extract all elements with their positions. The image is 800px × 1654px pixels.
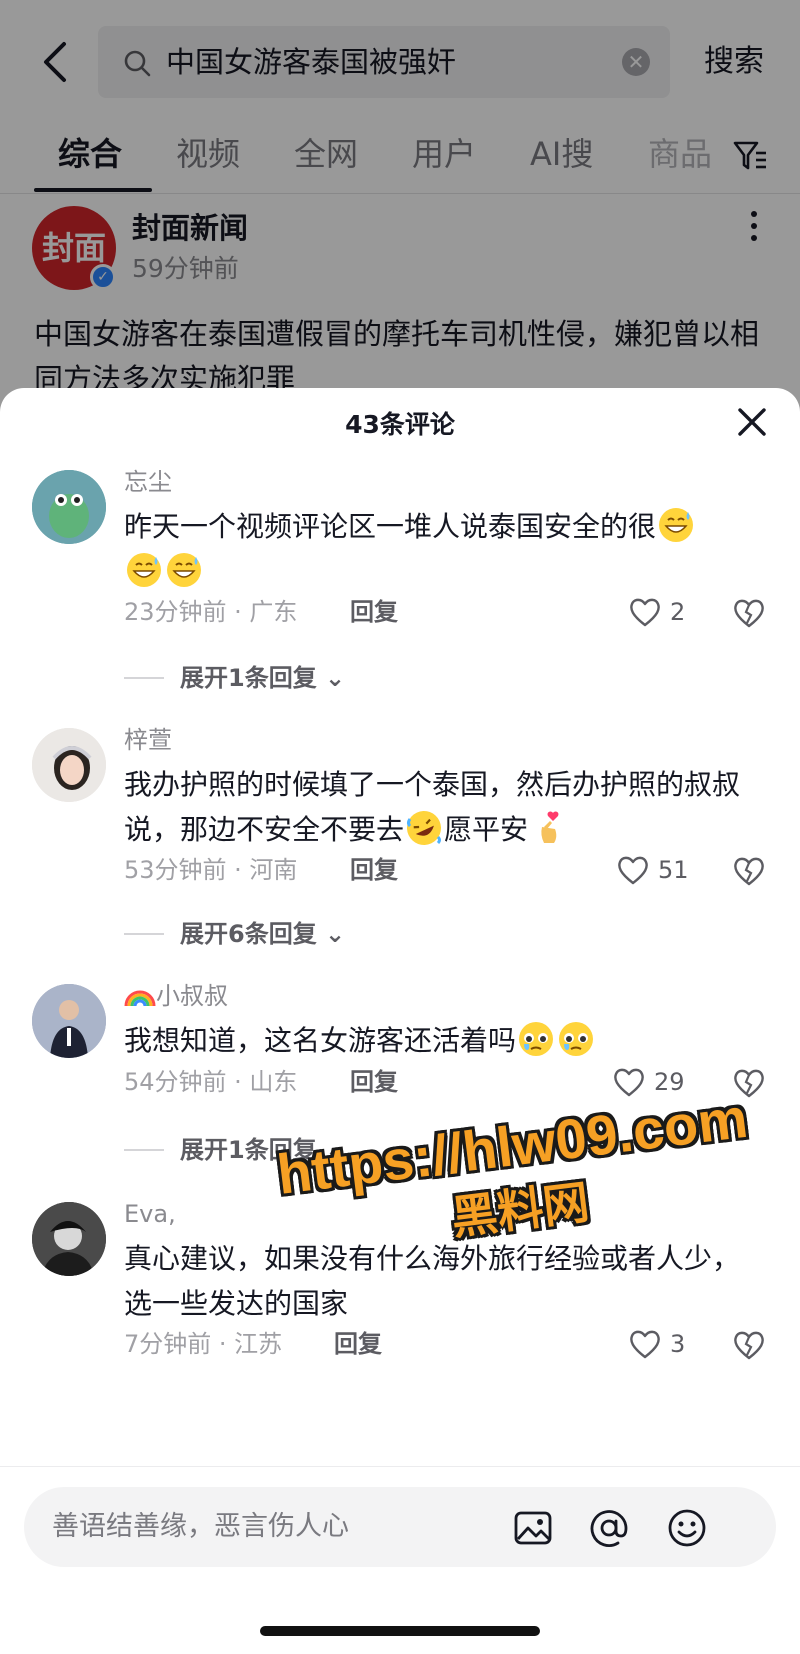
comment-count-title: 43条评论 [345, 410, 455, 439]
pleading-emoji-icon [519, 1022, 554, 1056]
comment-meta: 23分钟前 · 广东 [124, 598, 298, 626]
grin-sweat-emoji-icon [167, 553, 201, 587]
grin-sweat-emoji-icon [659, 508, 694, 542]
comment-author[interactable]: 梓萱 [124, 724, 172, 756]
comment-input-placeholder: 善语结善缘，恶言伤人心 [52, 1511, 349, 1542]
heart-icon [618, 856, 648, 885]
comment-input-bar: 善语结善缘，恶言伤人心 [0, 1466, 800, 1586]
expand-replies-label: 展开6条回复 ⌄ [180, 920, 346, 948]
comment-sheet: 43条评论 忘尘 昨天一个视频评论区一堆人说泰国安全的很 23分钟前 · 广东 … [0, 388, 800, 1654]
reply-button[interactable]: 回复 [350, 1066, 398, 1098]
reply-button[interactable]: 回复 [350, 854, 398, 886]
rainbow-emoji-icon [124, 990, 156, 1007]
broken-heart-icon[interactable] [732, 596, 766, 630]
comment-author: 小叔叔 [124, 980, 228, 1012]
comment-meta: 7分钟前 · 江苏 [124, 1330, 283, 1358]
reply-button[interactable]: 回复 [334, 1328, 382, 1360]
comment-input[interactable]: 善语结善缘，恶言伤人心 [24, 1487, 776, 1567]
grin-sweat-emoji-icon [127, 553, 161, 587]
divider-line [124, 933, 164, 935]
broken-heart-icon[interactable] [732, 1328, 766, 1362]
pleading-emoji-icon [559, 1022, 594, 1056]
divider-line [124, 677, 164, 679]
at-icon[interactable] [588, 1507, 630, 1549]
image-icon[interactable] [512, 1507, 554, 1549]
like-count: 51 [658, 856, 689, 884]
comment-text-body: 我想知道，这名女游客还活着吗 [124, 1024, 517, 1057]
comment-text: 昨天一个视频评论区一堆人说泰国安全的很 [124, 504, 764, 594]
reply-button[interactable]: 回复 [350, 596, 398, 628]
avatar[interactable] [32, 470, 106, 544]
person-avatar-icon [32, 1202, 106, 1276]
home-indicator[interactable] [260, 1626, 540, 1636]
like-count: 2 [670, 598, 686, 626]
finger-heart-emoji-icon [541, 811, 559, 843]
divider-line [124, 1149, 164, 1151]
like-count: 3 [670, 1330, 686, 1358]
comment-meta: 54分钟前 · 山东 [124, 1068, 298, 1096]
avatar[interactable] [32, 984, 106, 1058]
avatar[interactable] [32, 728, 106, 802]
rolling-laugh-emoji-icon [407, 811, 442, 845]
close-icon[interactable] [732, 402, 772, 442]
man-avatar-icon [32, 984, 106, 1058]
emoji-icon[interactable] [666, 1507, 708, 1549]
comment-text: 我想知道，这名女游客还活着吗 [124, 1018, 764, 1063]
broken-heart-icon[interactable] [732, 854, 766, 888]
woman-avatar-icon [32, 728, 106, 802]
comment-meta: 53分钟前 · 河南 [124, 856, 298, 884]
comment-text-tail: 愿平安 [444, 813, 529, 846]
comment-author[interactable]: 忘尘 [124, 466, 172, 498]
heart-icon [630, 598, 660, 627]
frog-avatar-icon [32, 470, 106, 544]
comment-text: 我办护照的时候填了一个泰国，然后办护照的叔叔说，那边不安全不要去 愿平安 [124, 762, 764, 852]
expand-replies-label: 展开1条回复 ⌄ [180, 664, 346, 692]
comment-text-body: 昨天一个视频评论区一堆人说泰国安全的很 [124, 510, 657, 543]
comment-author[interactable]: Eva, [124, 1198, 176, 1230]
avatar[interactable] [32, 1202, 106, 1276]
heart-icon [614, 1068, 644, 1097]
comment-author-name[interactable]: 小叔叔 [156, 982, 228, 1010]
heart-icon [630, 1330, 660, 1359]
